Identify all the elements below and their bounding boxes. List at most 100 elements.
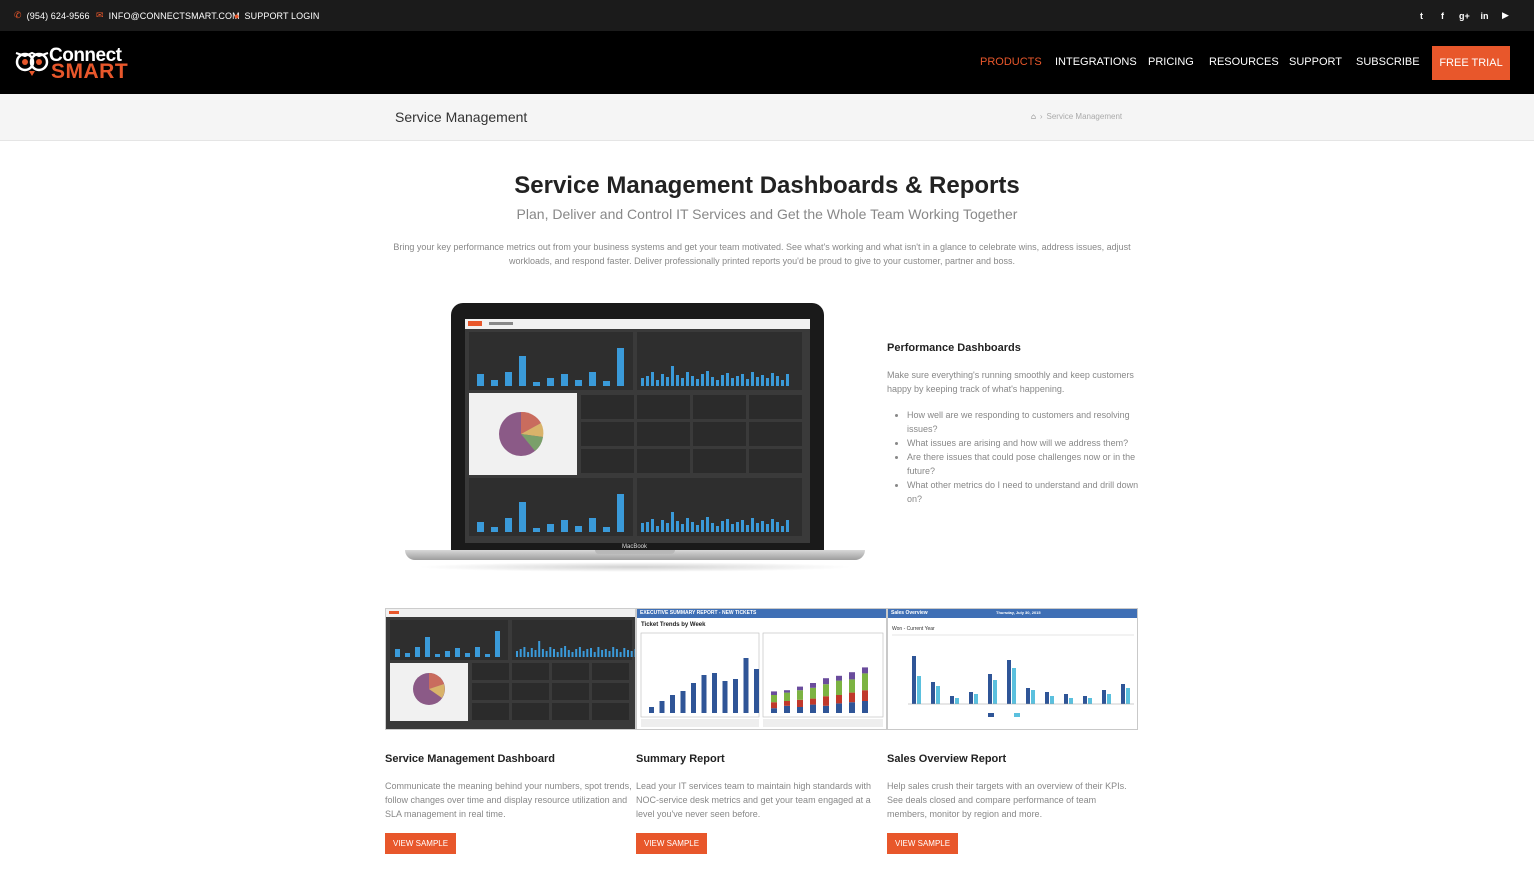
laptop-screen — [465, 319, 810, 543]
thumbnail-bar — [741, 520, 744, 532]
thumbnail-bar — [731, 524, 734, 532]
thumbnail-bar — [784, 701, 790, 706]
thumbnail-bar — [784, 705, 790, 713]
youtube-icon[interactable]: ▶ — [1501, 10, 1510, 21]
thumbnail-bar — [950, 696, 954, 704]
thumbnail-bar — [556, 652, 559, 657]
thumbnail-bar — [686, 518, 689, 532]
thumbnail-bar — [1121, 684, 1125, 704]
phone-contact[interactable]: ✆ (954) 624-9566 — [14, 0, 90, 31]
nav-pricing[interactable]: PRICING — [1148, 56, 1194, 68]
thumbnail-bar — [547, 524, 554, 532]
thumbnail-bar — [751, 518, 754, 532]
thumbnail-bar — [676, 375, 679, 386]
free-trial-button[interactable]: FREE TRIAL — [1432, 46, 1510, 80]
dashboard-thumb-graphic — [386, 609, 635, 721]
thumbnail-bar — [608, 651, 611, 657]
thumbnail-bar — [693, 422, 746, 446]
thumbnail-bar — [849, 702, 855, 713]
thumbnail-bar — [561, 374, 568, 386]
thumbnail-bar — [1050, 696, 1054, 704]
thumbnail-bar — [581, 395, 634, 419]
thumbnail-bar — [771, 691, 777, 695]
thumbnail-bar — [560, 648, 563, 657]
thumbnail-bar — [736, 376, 739, 386]
nav-resources[interactable]: RESOURCES — [1209, 56, 1279, 68]
card-text: Lead your IT services team to maintain h… — [636, 781, 871, 819]
thumbnail-bar — [593, 652, 596, 657]
google-plus-icon[interactable]: g+ — [1459, 11, 1470, 21]
thumbnail-bar — [691, 683, 696, 713]
logo[interactable]: Connect SMART — [15, 45, 135, 83]
linkedin-icon[interactable]: in — [1480, 11, 1489, 21]
thumbnail-bar — [534, 650, 537, 657]
thumbnail-bar — [862, 667, 868, 674]
support-login-link[interactable]: ● SUPPORT LOGIN — [234, 0, 320, 31]
home-icon[interactable]: ⌂ — [1031, 112, 1036, 121]
thumbnail-bar — [530, 648, 533, 657]
email-address: INFO@CONNECTSMART.COM — [108, 10, 240, 21]
email-contact[interactable]: ✉ INFO@CONNECTSMART.COM — [96, 0, 240, 31]
view-sample-button[interactable]: VIEW SAMPLE — [636, 833, 707, 854]
thumbnail-bar — [656, 380, 659, 386]
view-sample-button[interactable]: VIEW SAMPLE — [385, 833, 456, 854]
thumbnail-bar — [693, 449, 746, 473]
thumbnail-bar — [993, 680, 997, 704]
thumbnail-bar — [477, 522, 484, 532]
thumbnail-bar — [589, 518, 596, 532]
nav-support[interactable]: SUPPORT — [1289, 56, 1342, 68]
thumbnail-bar — [726, 519, 729, 532]
breadcrumb-separator: › — [1039, 112, 1043, 121]
card-service-dashboard: Service Management Dashboard Communicate… — [385, 608, 636, 854]
nav-subscribe[interactable]: SUBSCRIBE — [1356, 56, 1420, 68]
thumbnail-bar — [646, 376, 649, 386]
nav-integrations[interactable]: INTEGRATIONS — [1055, 56, 1137, 68]
thumbnail-bar — [425, 637, 430, 657]
thumbnail-bar — [549, 647, 552, 657]
service-dashboard-thumbnail[interactable] — [385, 608, 636, 730]
thumbnail-bar — [969, 692, 973, 704]
thumbnail-bar — [623, 648, 626, 657]
thumbnail-bar — [671, 366, 674, 386]
thumbnail-bar — [641, 378, 644, 386]
thumbnail-bar — [741, 374, 744, 386]
view-sample-button[interactable]: VIEW SAMPLE — [887, 833, 958, 854]
thumbnail-bar — [786, 374, 789, 386]
thumbnail-bar — [1026, 688, 1030, 704]
thumbnail-bar — [516, 651, 518, 657]
thumbnail-bar — [590, 648, 592, 657]
thumbnail-bar — [731, 378, 734, 386]
thumbnail-bar — [477, 374, 484, 386]
facebook-icon[interactable]: f — [1438, 11, 1447, 21]
thumbnail-bar — [766, 378, 769, 386]
thumbnail-bar — [615, 649, 618, 657]
list-item: Are there issues that could pose challen… — [907, 450, 1139, 478]
thumbnail-bar — [756, 377, 759, 386]
summary-report-thumbnail[interactable]: EXECUTIVE SUMMARY REPORT - NEW TICKETS T… — [636, 608, 887, 730]
card-title: Sales Overview Report — [887, 753, 1007, 765]
thumbnail-bar — [1012, 668, 1016, 704]
thumbnail-bar — [771, 373, 774, 386]
thumbnail-bar — [627, 650, 629, 657]
thumbnail-bar — [604, 649, 607, 657]
performance-text: Make sure everything's running smoothly … — [887, 370, 1134, 394]
thumbnail-bar — [722, 681, 728, 713]
thumbnail-bar — [733, 679, 738, 713]
thumbnail-bar — [721, 521, 724, 532]
thumbnail-bar — [784, 690, 790, 693]
thumbnail-bar — [405, 653, 410, 657]
thumbnail-bar — [761, 521, 764, 532]
nav-products[interactable]: PRODUCTS — [980, 56, 1042, 68]
thumbnail-bar — [771, 695, 777, 703]
thumbnail-bar — [670, 695, 675, 713]
sales-overview-thumbnail[interactable]: Sales Overview Thursday, July 30, 2015 W… — [887, 608, 1138, 730]
laptop-lid — [451, 303, 824, 555]
twitter-icon[interactable]: t — [1417, 11, 1426, 21]
list-item: What issues are arising and how will we … — [907, 436, 1139, 450]
thumbnail-bar — [519, 356, 526, 386]
thumbnail-bar — [746, 379, 749, 386]
thumbnail-bar — [706, 371, 709, 386]
thumbnail-bar — [538, 641, 541, 657]
thumbnail-bar — [749, 395, 802, 419]
performance-title: Performance Dashboards — [887, 342, 1021, 354]
